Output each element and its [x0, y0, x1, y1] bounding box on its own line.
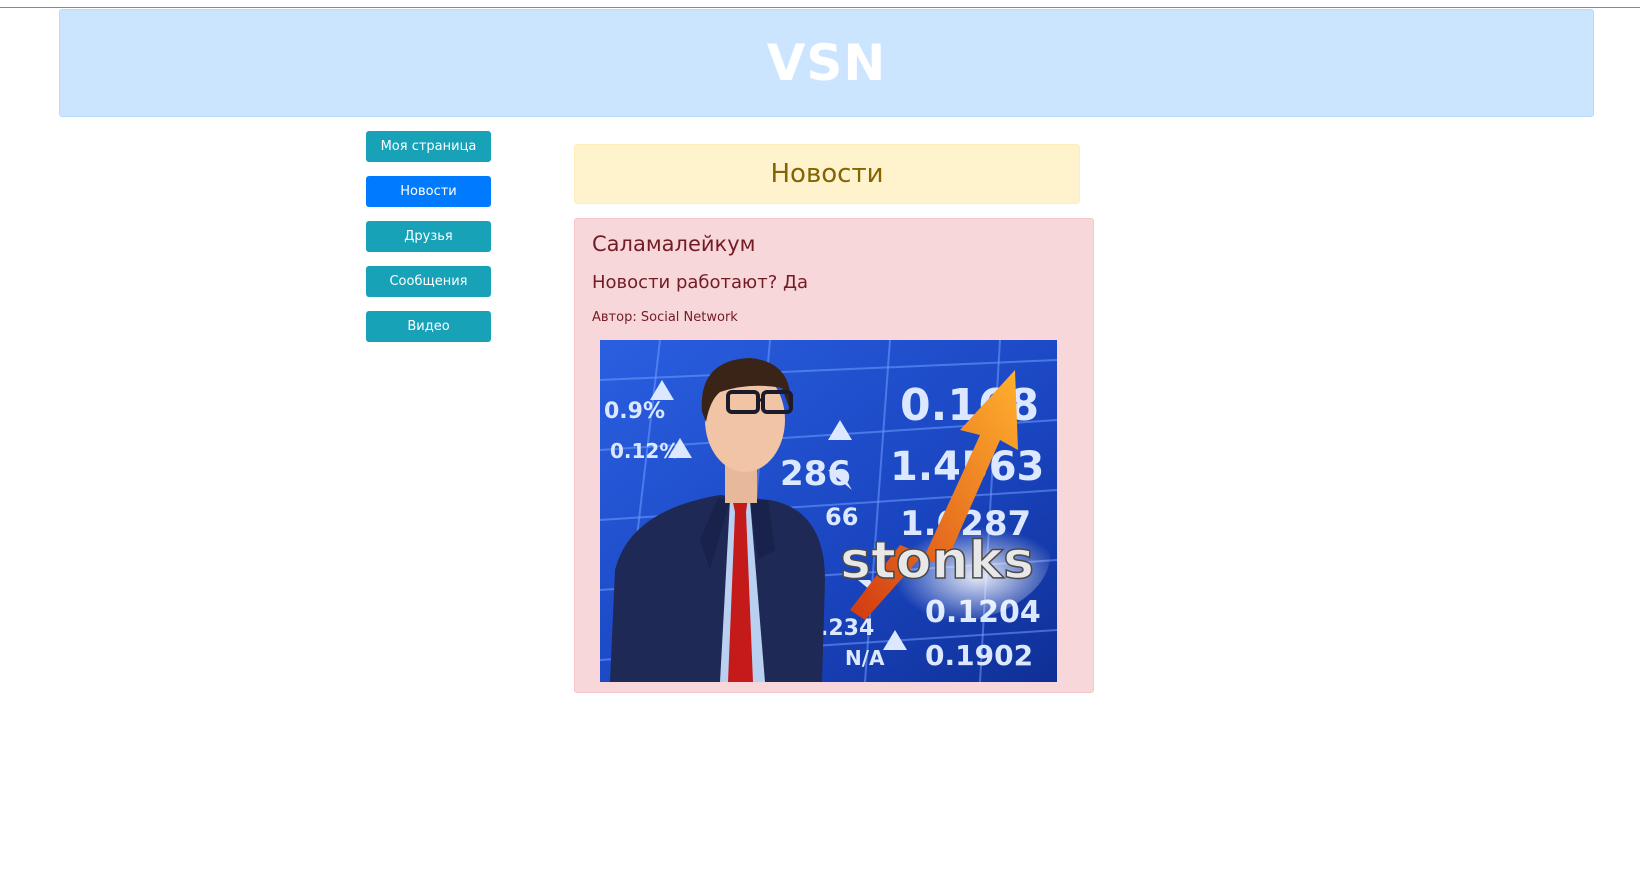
ticker-value: .234: [820, 616, 874, 641]
post-text: Новости работают? Да: [592, 272, 809, 293]
ticker-value: 0.12%: [610, 439, 679, 463]
sidebar-nav: Моя страница Новости Друзья Сообщения Ви…: [366, 131, 491, 356]
stonks-meme-image: 0.168 1.4563 1.0287 0.1204 0.1902 286 0.…: [600, 340, 1057, 682]
post-author-name: Social Network: [640, 310, 738, 325]
post-author-prefix: Автор:: [592, 310, 637, 325]
window-top-border: [0, 7, 1640, 8]
site-logo-title: VSN: [766, 34, 887, 92]
ticker-value: N/A: [845, 646, 885, 670]
meme-caption: stonks: [840, 531, 1034, 591]
nav-button-news[interactable]: Новости: [366, 176, 491, 207]
post-image: 0.168 1.4563 1.0287 0.1204 0.1902 286 0.…: [600, 340, 1057, 682]
site-header: VSN: [59, 9, 1594, 117]
nav-button-messages[interactable]: Сообщения: [366, 266, 491, 297]
nav-button-friends[interactable]: Друзья: [366, 221, 491, 252]
section-title: Новости: [574, 144, 1080, 204]
nav-button-video[interactable]: Видео: [366, 311, 491, 342]
news-post: Саламалейкум Новости работают? Да Автор:…: [574, 218, 1094, 693]
post-title: Саламалейкум: [592, 232, 756, 256]
ticker-value: 0.9%: [604, 399, 665, 424]
post-author: Автор: Social Network: [592, 310, 738, 325]
nav-button-my-page[interactable]: Моя страница: [366, 131, 491, 162]
ticker-value: 0.1902: [925, 639, 1033, 672]
